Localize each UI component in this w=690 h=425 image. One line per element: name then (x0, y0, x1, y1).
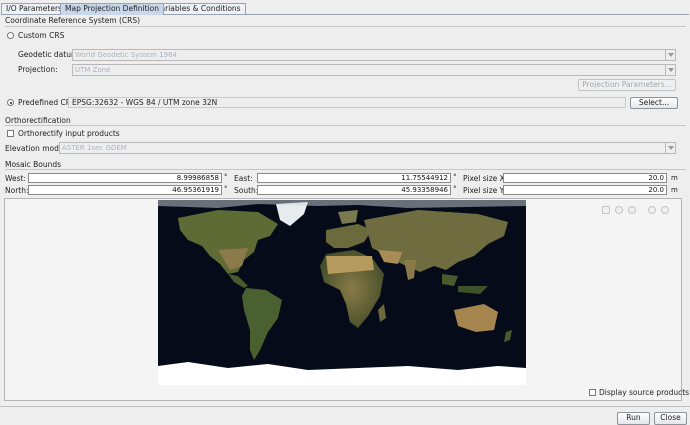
pixel-size-y-label: Pixel size Y: (463, 186, 506, 195)
south-degree-unit: ° (453, 185, 457, 193)
display-source-products-checkbox[interactable] (589, 389, 596, 396)
north-degree-unit: ° (224, 185, 228, 193)
mosaic-section-title: Mosaic Bounds (5, 160, 62, 169)
west-degree-unit: ° (224, 173, 228, 181)
zoom-pixel-icon[interactable] (648, 206, 656, 214)
mosaic-divider (5, 169, 686, 170)
pixel-size-y-field[interactable]: 20.0 (503, 185, 667, 195)
chevron-down-icon (665, 50, 675, 60)
chevron-down-icon (665, 143, 675, 153)
south-field[interactable]: 45.93358946 (257, 185, 451, 195)
north-field[interactable]: 46.95361919 (28, 185, 222, 195)
ortho-divider (5, 125, 686, 126)
world-map-image (158, 200, 526, 385)
display-source-products-label: Display source products (599, 388, 690, 397)
orthorectify-label: Orthorectify input products (18, 129, 120, 138)
geodetic-datum-value: World Geodetic System 1984 (75, 51, 177, 59)
custom-crs-label: Custom CRS (18, 31, 65, 40)
geodetic-datum-combo[interactable]: World Geodetic System 1984 (72, 49, 676, 61)
projection-parameters-button[interactable]: Projection Parameters... (578, 79, 676, 91)
pixel-size-y-unit: m (671, 186, 678, 194)
footer-divider (0, 406, 690, 407)
zoom-out-icon[interactable] (628, 206, 636, 214)
elevation-model-value: ASTER 1sec GDEM (62, 144, 127, 152)
custom-crs-radio[interactable] (7, 32, 14, 39)
west-label: West: (5, 174, 26, 183)
east-field[interactable]: 11.75544912 (257, 173, 451, 183)
select-crs-button[interactable]: Select... (630, 97, 678, 109)
orthorectify-checkbox[interactable] (7, 130, 14, 137)
projection-label: Projection: (18, 65, 58, 74)
tab-map-projection-definition[interactable]: Map Projection Definition (60, 3, 164, 15)
tab-io-parameters[interactable]: I/O Parameters (1, 3, 67, 14)
east-label: East: (234, 174, 253, 183)
predefined-crs-value: EPSG:32632 - WGS 84 / UTM zone 32N (72, 98, 218, 107)
ortho-section-title: Orthorectification (5, 116, 71, 125)
pixel-size-x-unit: m (671, 174, 678, 182)
world-map[interactable] (158, 200, 526, 385)
south-label: South: (234, 186, 259, 195)
close-button[interactable]: Close (654, 412, 687, 425)
predefined-crs-radio[interactable] (7, 99, 14, 106)
predefined-crs-field: EPSG:32632 - WGS 84 / UTM zone 32N (68, 97, 626, 108)
zoom-in-icon[interactable] (615, 206, 623, 214)
pixel-size-x-label: Pixel size X: (463, 174, 508, 183)
north-label: North: (5, 186, 29, 195)
tab-variables-conditions[interactable]: Variables & Conditions (151, 3, 246, 14)
crs-section-title: Coordinate Reference System (CRS) (5, 16, 141, 25)
projection-combo[interactable]: UTM Zone (72, 64, 676, 76)
run-button[interactable]: Run (617, 412, 650, 425)
west-field[interactable]: 8.99986858 (28, 173, 222, 183)
zoom-all-icon[interactable] (602, 206, 610, 214)
crs-divider (5, 26, 686, 27)
elevation-model-combo[interactable]: ASTER 1sec GDEM (59, 142, 676, 154)
east-degree-unit: ° (453, 173, 457, 181)
chevron-down-icon (665, 65, 675, 75)
pixel-size-x-field[interactable]: 20.0 (503, 173, 667, 183)
projection-value: UTM Zone (75, 66, 111, 74)
rotate-icon[interactable] (661, 206, 669, 214)
